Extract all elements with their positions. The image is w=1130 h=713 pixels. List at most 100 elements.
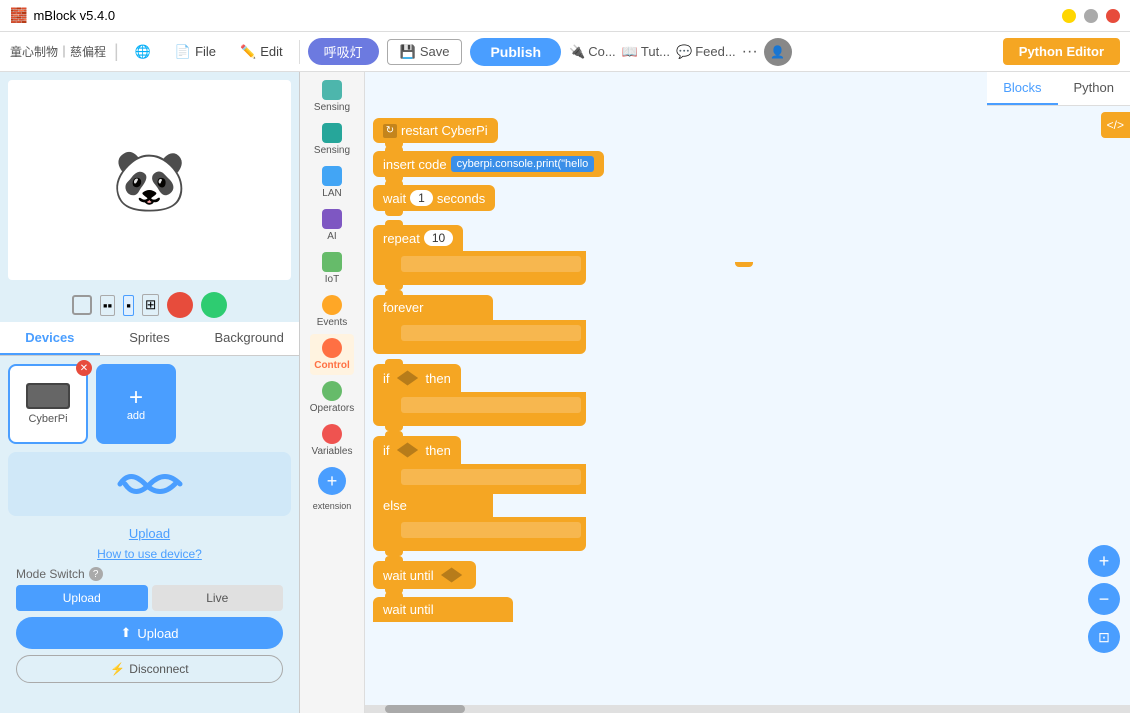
zoom-fit-button[interactable]: ⊡ [1088,621,1120,653]
else-label: else [383,498,407,513]
category-variables[interactable]: Variables [310,420,355,461]
globe-button[interactable]: 🌐 [127,40,159,64]
stop-button[interactable] [167,292,193,318]
live-mode-button[interactable]: Live [152,585,284,611]
project-name-btn[interactable]: 呼吸灯 [308,38,379,65]
disconnect-button[interactable]: ⚡ Disconnect [16,655,283,683]
variables-label: Variables [312,446,353,457]
disconnect-icon: ⚡ [110,662,125,676]
category-events[interactable]: Events [315,291,350,332]
tab-background[interactable]: Background [199,322,299,355]
if1-if-label: if [383,371,390,386]
block-if2[interactable]: if then else [373,436,586,551]
category-iot[interactable]: IoT [320,248,344,289]
block-repeat[interactable]: repeat 10 [373,225,586,285]
upload-link[interactable]: Upload [8,522,291,545]
add-extension-button[interactable]: + [318,467,346,495]
publish-button[interactable]: Publish [470,38,561,66]
go-button[interactable] [201,292,227,318]
save-button[interactable]: 💾 Save [387,39,463,65]
more-button[interactable]: ··· [742,43,758,61]
maximize-button[interactable] [1084,9,1098,23]
block-row-insert: insert code cyberpi.console.print("hello [373,151,1122,177]
nav-right-icons: 🔌 Co... 📖 Tut... 💬 Feed... ··· 👤 [569,38,792,66]
expand-stage-button[interactable] [72,295,92,315]
forever-label: forever [383,300,423,315]
add-label: add [127,410,145,422]
category-ai[interactable]: AI [320,205,344,246]
tutorial-button[interactable]: 📖 Tut... [622,44,670,60]
connect-button[interactable]: 🔌 Co... [569,44,616,60]
block-wait[interactable]: wait 1 seconds [373,185,495,211]
control-dot [322,338,342,358]
zoom-in-button[interactable]: + [1088,545,1120,577]
if2-else-inner [401,522,581,538]
h-scrollbar[interactable] [365,705,1130,713]
connect-icon: 🔌 [569,44,585,60]
code-area[interactable]: Blocks Python </> ↻ restart CyberPi [365,72,1130,713]
category-lan[interactable]: LAN [320,162,344,203]
add-device-button[interactable]: + CyberPi add [96,364,176,444]
if1-bottom [373,418,586,426]
xml-toggle-button[interactable]: </> [1101,112,1130,138]
block-wait-until2[interactable]: wait until [373,597,513,622]
mode-label: Mode Switch ? [16,567,283,581]
wait-until-label: wait until [383,568,434,583]
forever-body [373,320,586,346]
category-operators[interactable]: Operators [308,377,356,418]
tab-sprites[interactable]: Sprites [100,322,200,355]
forever-inner [401,325,581,341]
stage-controls: ▪▪ ▪ ⊞ [0,288,299,322]
tab-blocks[interactable]: Blocks [987,72,1057,105]
layout1-button[interactable]: ▪▪ [100,295,115,316]
category-sensing1[interactable]: Sensing [312,76,352,117]
block-row-wait: wait 1 seconds [373,185,1122,211]
wait-until2-notch-top [385,592,403,597]
zoom-out-button[interactable]: − [1088,583,1120,615]
insert-code-label: insert code [383,157,447,172]
block-restart[interactable]: ↻ restart CyberPi [373,118,498,143]
edit-button[interactable]: ✏️ Edit [232,40,291,64]
extension-label: extension [313,501,352,511]
if2-if-label: if [383,443,390,458]
blocks-workspace: ↻ restart CyberPi insert code cyberpi.co… [365,112,1130,713]
device-cyberpi[interactable]: ✕ CyberPi [8,364,88,444]
category-control[interactable]: Control [310,334,354,375]
if1-then-label: then [426,371,451,386]
edit-icon: ✏️ [240,44,256,60]
cyberpi-icon [26,383,70,409]
device-grid: ✕ CyberPi + CyberPi add [8,364,291,444]
sensing2-dot [322,123,342,143]
tab-devices[interactable]: Devices [0,322,100,355]
block-forever[interactable]: forever [373,295,586,354]
layout2-button[interactable]: ▪ [123,295,134,316]
block-insert-code[interactable]: insert code cyberpi.console.print("hello [373,151,604,177]
wait-until-diamond [438,566,466,584]
big-upload-button[interactable]: ⬆ Upload [16,617,283,649]
user-avatar[interactable]: 👤 [764,38,792,66]
block-notch-top [385,146,403,151]
insert-code-input[interactable]: cyberpi.console.print("hello [451,156,595,172]
device-remove-btn[interactable]: ✕ [76,360,92,376]
block-if1[interactable]: if then [373,364,586,426]
close-button[interactable] [1106,9,1120,23]
wait-value[interactable]: 1 [410,190,433,206]
python-editor-button[interactable]: Python Editor [1003,38,1120,65]
panel-tabs: Devices Sprites Background [0,322,299,356]
howto-link[interactable]: How to use device? [8,545,291,563]
layout3-button[interactable]: ⊞ [142,294,159,316]
block-wait-until[interactable]: wait until [373,561,476,589]
category-sensing2[interactable]: Sensing [312,119,352,160]
iot-dot [322,252,342,272]
nav-divider: | [114,41,119,62]
stage-area: 🐼 [8,80,291,280]
file-button[interactable]: 📄 File [167,40,224,64]
feedback-button[interactable]: 💬 Feed... [676,44,736,60]
tab-python[interactable]: Python [1058,72,1130,105]
block-row-wait-until2: wait until [373,597,1122,622]
operators-dot [322,381,342,401]
minimize-button[interactable] [1062,9,1076,23]
repeat-value[interactable]: 10 [424,230,453,246]
upload-mode-button[interactable]: Upload [16,585,148,611]
if2-then-label: then [426,443,451,458]
